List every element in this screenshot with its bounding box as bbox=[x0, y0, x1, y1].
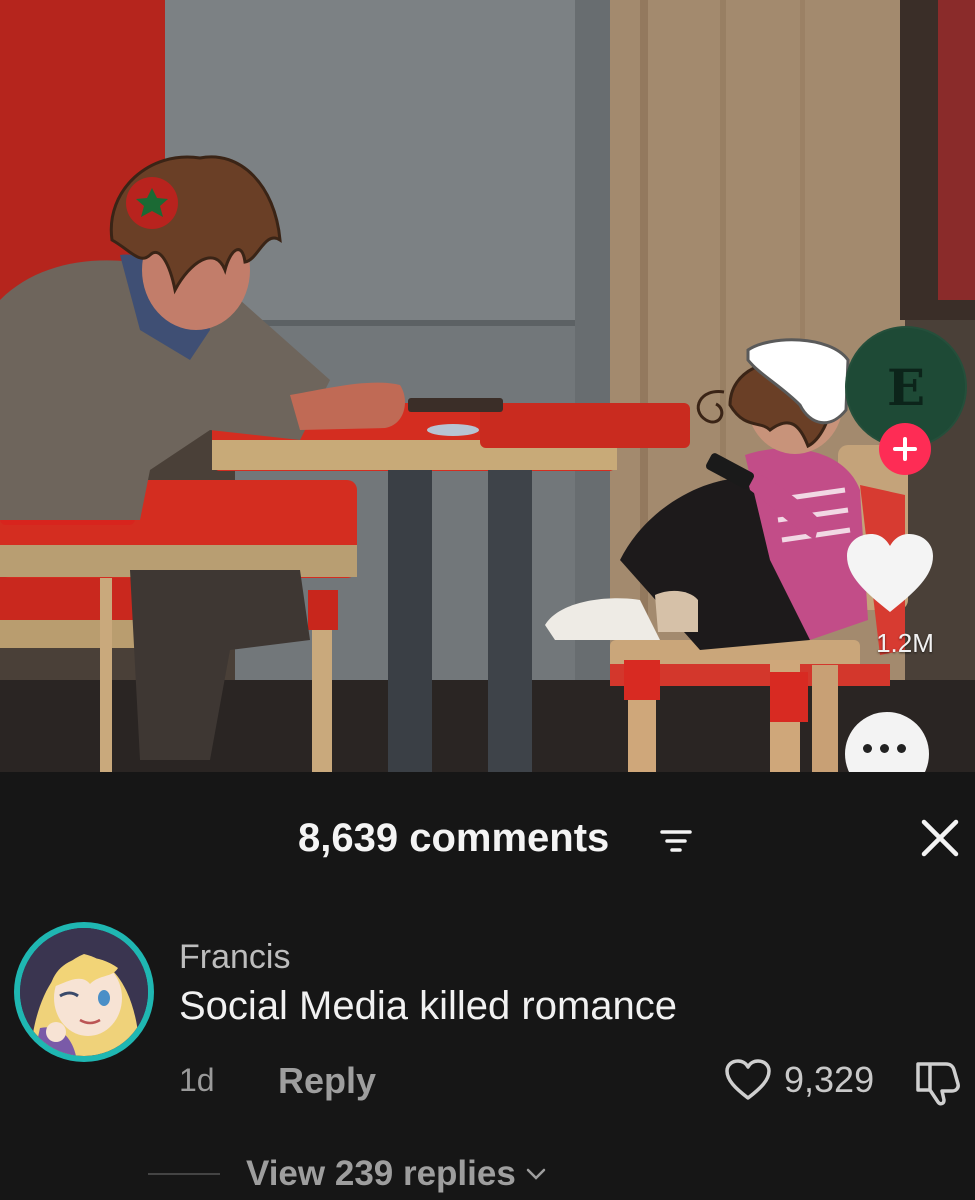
more-dots-icon[interactable] bbox=[845, 712, 929, 772]
comment-like-count: 9,329 bbox=[784, 1059, 875, 1100]
comment-text: Social Media killed romance bbox=[179, 984, 678, 1028]
video-frame bbox=[0, 0, 975, 772]
reply-button[interactable]: Reply bbox=[278, 1060, 376, 1102]
comment-count: 8,639 comments bbox=[298, 816, 610, 860]
view-replies-button[interactable]: View 239 replies bbox=[148, 1154, 548, 1194]
thumbs-down-icon[interactable] bbox=[914, 1058, 966, 1106]
plus-icon bbox=[893, 437, 917, 461]
video-player[interactable]: E 1.2M bbox=[0, 0, 975, 772]
creator-avatar-letter: E bbox=[886, 357, 926, 417]
view-replies-label: View 239 replies bbox=[246, 1154, 516, 1193]
heart-icon[interactable] bbox=[845, 532, 935, 616]
comment-item: Francis Social Media killed romance 1d R… bbox=[0, 922, 975, 1112]
commenter-avatar[interactable] bbox=[14, 922, 154, 1062]
comment-timestamp: 1d bbox=[179, 1062, 215, 1098]
follow-button[interactable] bbox=[879, 423, 931, 475]
comment-like-button[interactable]: 9,329 bbox=[724, 1058, 874, 1102]
like-count: 1.2M bbox=[876, 628, 934, 658]
comment-username[interactable]: Francis bbox=[179, 938, 290, 977]
close-icon[interactable] bbox=[918, 816, 962, 860]
sort-filter-icon[interactable] bbox=[658, 824, 694, 860]
heart-outline-icon bbox=[725, 1059, 771, 1100]
chevron-down-icon bbox=[526, 1168, 546, 1180]
anime-avatar-image bbox=[20, 928, 148, 1056]
comments-header: 8,639 comments bbox=[0, 772, 975, 900]
reply-thread-line bbox=[148, 1173, 220, 1175]
action-rail: E 1.2M bbox=[845, 0, 975, 772]
comments-sheet: 8,639 comments Francis Social Media kill… bbox=[0, 772, 975, 1200]
